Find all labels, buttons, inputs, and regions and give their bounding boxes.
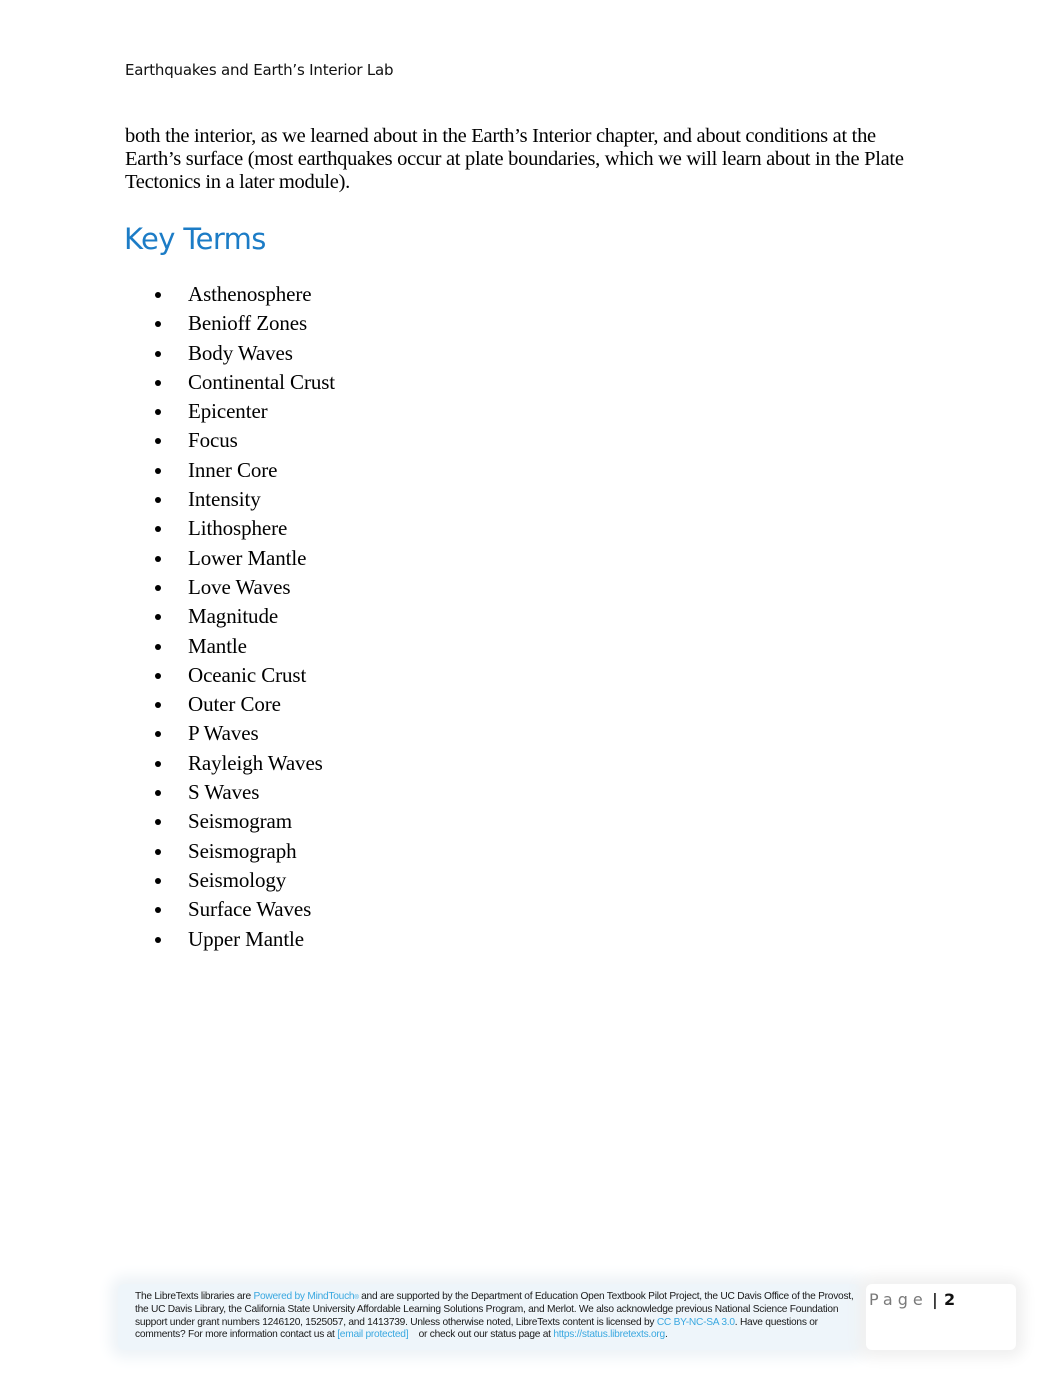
bullet-icon bbox=[155, 877, 161, 884]
key-term-label: Rayleigh Waves bbox=[188, 750, 323, 775]
bullet-icon bbox=[155, 819, 161, 826]
bullet-icon bbox=[155, 907, 161, 914]
bullet-icon bbox=[155, 438, 161, 445]
key-term-label: Magnitude bbox=[188, 604, 279, 629]
key-term-label: S Waves bbox=[188, 780, 260, 805]
email-link[interactable]: [email protected] bbox=[337, 1329, 408, 1340]
bullet-icon bbox=[155, 497, 161, 504]
key-term-label: Intensity bbox=[188, 487, 261, 512]
key-term-label: Benioff Zones bbox=[188, 311, 308, 336]
bullet-icon bbox=[155, 643, 161, 650]
bullet-icon bbox=[155, 555, 161, 562]
key-term-label: Epicenter bbox=[188, 399, 268, 424]
status-page-link[interactable]: https://status.libretexts.org bbox=[553, 1329, 665, 1340]
key-term-label: Focus bbox=[188, 428, 238, 453]
bullet-icon bbox=[155, 467, 161, 474]
intro-paragraph: both the interior, as we learned about i… bbox=[125, 125, 904, 193]
key-terms-heading: Key Terms bbox=[124, 222, 266, 256]
mindtouch-link[interactable]: Powered by MindTouch bbox=[253, 1291, 354, 1302]
key-term-label: Asthenosphere bbox=[188, 282, 312, 306]
bullet-icon bbox=[155, 936, 161, 943]
bullet-icon bbox=[155, 321, 161, 328]
bullet-icon bbox=[155, 584, 161, 591]
bullet-icon bbox=[155, 731, 161, 738]
key-term-label: Surface Waves bbox=[188, 897, 312, 922]
key-term-label: Lithosphere bbox=[188, 516, 288, 541]
key-term-label: Lower Mantle bbox=[188, 545, 307, 570]
page-number: 2 bbox=[944, 1290, 956, 1309]
page-separator: | bbox=[932, 1290, 938, 1309]
key-term-label: Upper Mantle bbox=[188, 926, 305, 951]
bullet-icon bbox=[155, 409, 161, 416]
bullet-icon bbox=[155, 614, 161, 621]
bullet-icon bbox=[155, 379, 161, 386]
bullet-icon bbox=[155, 702, 161, 709]
footer-text-1: The LibreTexts libraries are bbox=[135, 1291, 254, 1302]
key-term-label: Seismograph bbox=[188, 838, 297, 863]
key-term-label: P Waves bbox=[188, 721, 259, 746]
page-label: Page bbox=[869, 1290, 928, 1309]
footer-text-4: or check out our status page at bbox=[408, 1329, 554, 1341]
key-term-label: Continental Crust bbox=[188, 369, 336, 394]
key-term-label: Love Waves bbox=[188, 574, 291, 599]
bullet-icon bbox=[155, 526, 161, 533]
key-term-label: Oceanic Crust bbox=[188, 662, 307, 687]
key-term-label: Inner Core bbox=[188, 457, 278, 482]
footer-notice: The LibreTexts libraries are Powered by … bbox=[135, 1291, 855, 1342]
bullet-icon bbox=[155, 848, 161, 855]
footer-text-5: . bbox=[664, 1329, 668, 1341]
bullet-icon bbox=[155, 760, 161, 767]
key-term-label: Mantle bbox=[188, 633, 247, 658]
running-header: Earthquakes and Earth’s Interior Lab bbox=[125, 61, 394, 79]
bullet-icon bbox=[155, 672, 161, 679]
bullet-icon bbox=[155, 790, 161, 797]
key-term-label: Seismogram bbox=[188, 809, 292, 834]
key-term-label: Seismology bbox=[188, 867, 287, 892]
key-term-label: Outer Core bbox=[188, 692, 281, 717]
bullet-icon bbox=[155, 350, 161, 357]
license-link[interactable]: CC BY-NC-SA 3.0 bbox=[657, 1317, 735, 1328]
key-term-label: Body Waves bbox=[188, 340, 293, 365]
bullet-icon bbox=[155, 292, 161, 298]
